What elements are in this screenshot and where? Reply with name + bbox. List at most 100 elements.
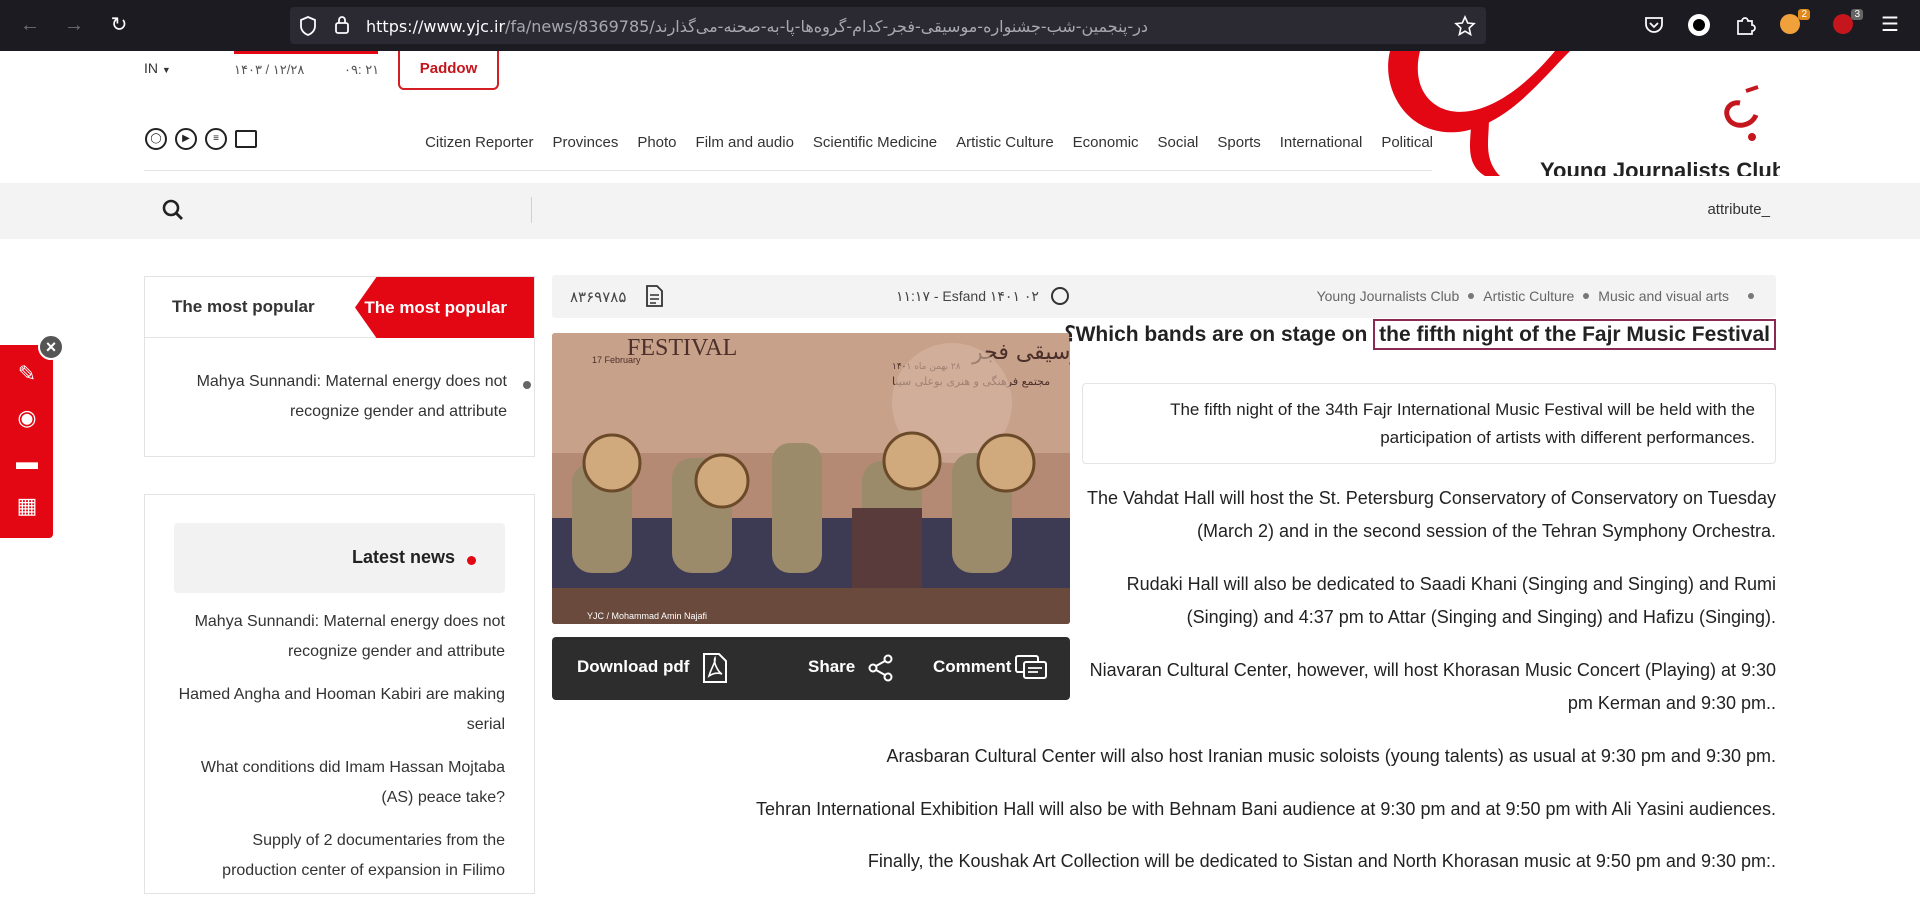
latest-news-title: Latest news (351, 547, 455, 567)
title-highlight[interactable]: the fifth night of the Fajr Music Festiv… (1373, 319, 1776, 350)
breadcrumb: Young Journalists Club Artistic Culture … (1317, 288, 1754, 304)
breadcrumb-dot (1748, 293, 1754, 299)
puzzle-icon[interactable] (1734, 14, 1756, 36)
popular-tabs: The most popular The most popular (145, 277, 534, 338)
extension-avatar-icon[interactable] (1688, 14, 1710, 36)
comment-label[interactable]: Comment (933, 657, 1011, 677)
tv-icon[interactable] (235, 130, 257, 148)
breadcrumb-dot (1583, 293, 1590, 299)
list-item[interactable]: What conditions did Imam Hassan Mojtaba … (174, 753, 505, 813)
share-label[interactable]: Share (808, 657, 855, 677)
comment-icon[interactable] (1014, 652, 1048, 684)
list-item[interactable]: Mahya Sunnandi: Maternal energy does not… (174, 607, 505, 667)
forward-icon[interactable]: → (62, 13, 86, 37)
floating-toolbar: ✎ ◉ ▬ ▦ (0, 345, 53, 538)
poster-festival-text: FESTIVAL (627, 335, 737, 361)
breadcrumb-music[interactable]: Music and visual arts (1598, 288, 1729, 304)
latest-news-header: Latest news (174, 523, 505, 593)
article-meta-bar: ۸۳۶۹۷۸۵ ۱۱:۱۷ - Esfand ۱۴۰۱ ۰۲ Young Jou… (552, 275, 1776, 318)
pdf-icon[interactable] (700, 652, 730, 684)
money-bag-icon[interactable]: ◉ (12, 403, 42, 433)
top-accent-line (234, 51, 378, 54)
breadcrumb-dot (1468, 293, 1475, 299)
most-popular-box: The most popular The most popular Mahya … (144, 276, 535, 457)
article-paragraph: The Vahdat Hall will host the St. Peters… (1086, 488, 1776, 541)
shield-icon[interactable] (298, 15, 318, 37)
breadcrumb-artistic-culture[interactable]: Artistic Culture (1483, 288, 1574, 304)
clock-icon (1051, 287, 1069, 305)
image-caption: YJC / Mohammad Amin Najafi (587, 611, 707, 621)
article-datetime: ۱۱:۱۷ - Esfand ۱۴۰۱ ۰۲ (896, 288, 1039, 304)
basket-icon[interactable]: ▦ (12, 491, 42, 521)
article-lead: The fifth night of the 34th Fajr Interna… (1082, 383, 1776, 464)
download-pdf-label[interactable]: Download pdf (577, 657, 689, 677)
red-dot-icon (467, 556, 476, 565)
article-image[interactable]: FESTIVAL 17 February موسیقی فجر ۲۸ بهمن … (552, 333, 1070, 624)
article-actions: Download pdf Share Comment (552, 637, 1070, 700)
list-item[interactable]: Supply of 2 documentaries from the produ… (174, 826, 505, 886)
media-icons: ◯ ▶ ≡ (145, 128, 257, 150)
back-icon[interactable]: ← (18, 13, 42, 37)
article-paragraph: Arasbaran Cultural Center will also host… (886, 746, 1776, 766)
browser-toolbar: ← → ↻ https://www.yjc.ir/fa/news/8369785… (0, 0, 1920, 51)
extension-red-icon[interactable]: 3 (1833, 9, 1863, 36)
share-icon[interactable] (866, 652, 896, 684)
car-icon[interactable]: ▬ (12, 447, 42, 477)
poster-date-text: 17 February (592, 355, 641, 365)
search-icon[interactable] (160, 197, 186, 223)
header-divider (144, 170, 1432, 171)
main-navigation: Citizen Reporter Provinces Photo Film an… (425, 134, 1433, 151)
header-time: ۰۹: ۲۱ (344, 62, 380, 77)
lock-icon[interactable] (334, 15, 350, 35)
menu-icon[interactable]: ☰ (1878, 13, 1902, 37)
nav-scientific-medicine[interactable]: Scientific Medicine (813, 134, 937, 151)
news-ticker[interactable]: attribute_ (1707, 201, 1770, 218)
nav-artistic-culture[interactable]: Artistic Culture (956, 134, 1054, 151)
article-paragraph: Tehran International Exhibition Hall wil… (756, 799, 1776, 819)
article-id: ۸۳۶۹۷۸۵ (570, 289, 627, 306)
pocket-icon[interactable] (1643, 14, 1665, 36)
popular-item[interactable]: Mahya Sunnandi: Maternal energy does not… (175, 367, 531, 427)
article-lead-text: The fifth night of the 34th Fajr Interna… (1170, 400, 1755, 447)
nav-photo[interactable]: Photo (637, 134, 676, 151)
nav-international[interactable]: International (1280, 134, 1363, 151)
bullet-icon (523, 381, 531, 389)
url-text: https://www.yjc.ir/fa/news/8369785/در-پن… (366, 17, 1149, 36)
breadcrumb-home[interactable]: Young Journalists Club (1317, 288, 1460, 304)
address-bar[interactable]: https://www.yjc.ir/fa/news/8369785/در-پن… (290, 7, 1486, 44)
title-pre: Which bands are on stage on (1075, 323, 1374, 346)
paddow-button[interactable]: Paddow (398, 51, 499, 90)
extension-orange-icon[interactable]: 2 (1780, 9, 1810, 36)
tab-most-popular-inactive[interactable]: The most popular (172, 297, 315, 317)
title-question-mark: ؟ (1064, 323, 1076, 346)
bookmark-star-icon[interactable] (1454, 15, 1476, 37)
logo-text: Young Journalists Club (1540, 158, 1780, 176)
article-paragraph: Niavaran Cultural Center, however, will … (1089, 660, 1776, 713)
podcast-icon[interactable]: ◯ (145, 128, 167, 150)
tab-most-popular-active[interactable]: The most popular (355, 277, 534, 338)
caret-down-icon: ▼ (161, 65, 171, 75)
article-paragraph: Finally, the Koushak Art Collection will… (867, 851, 1776, 871)
latest-news-box: Latest news Mahya Sunnandi: Maternal ene… (144, 494, 535, 894)
popular-item-text: Mahya Sunnandi: Maternal energy does not… (196, 373, 507, 420)
pen-icon[interactable]: ✎ (12, 359, 42, 389)
latest-news-list: Mahya Sunnandi: Maternal energy does not… (174, 607, 505, 899)
header-date: ۱۴۰۳ / ۱۲/۲۸ (234, 62, 305, 77)
list-icon[interactable]: ≡ (205, 128, 227, 150)
reload-icon[interactable]: ↻ (107, 13, 131, 37)
document-icon (646, 285, 663, 307)
nav-citizen-reporter[interactable]: Citizen Reporter (425, 134, 533, 151)
nav-social[interactable]: Social (1158, 134, 1199, 151)
article-paragraph: Rudaki Hall will also be dedicated to Sa… (1126, 574, 1776, 627)
play-icon[interactable]: ▶ (175, 128, 197, 150)
nav-economic[interactable]: Economic (1073, 134, 1139, 151)
language-selector[interactable]: IN ▼ (144, 60, 171, 76)
search-strip: attribute_ (0, 183, 1920, 239)
list-item[interactable]: Hamed Angha and Hooman Kabiri are making… (174, 680, 505, 740)
article-title: ؟Which bands are on stage on the fifth n… (1064, 319, 1776, 350)
nav-provinces[interactable]: Provinces (552, 134, 618, 151)
nav-sports[interactable]: Sports (1217, 134, 1260, 151)
strip-divider (531, 197, 532, 223)
close-icon[interactable]: × (38, 334, 64, 360)
nav-film-audio[interactable]: Film and audio (696, 134, 794, 151)
